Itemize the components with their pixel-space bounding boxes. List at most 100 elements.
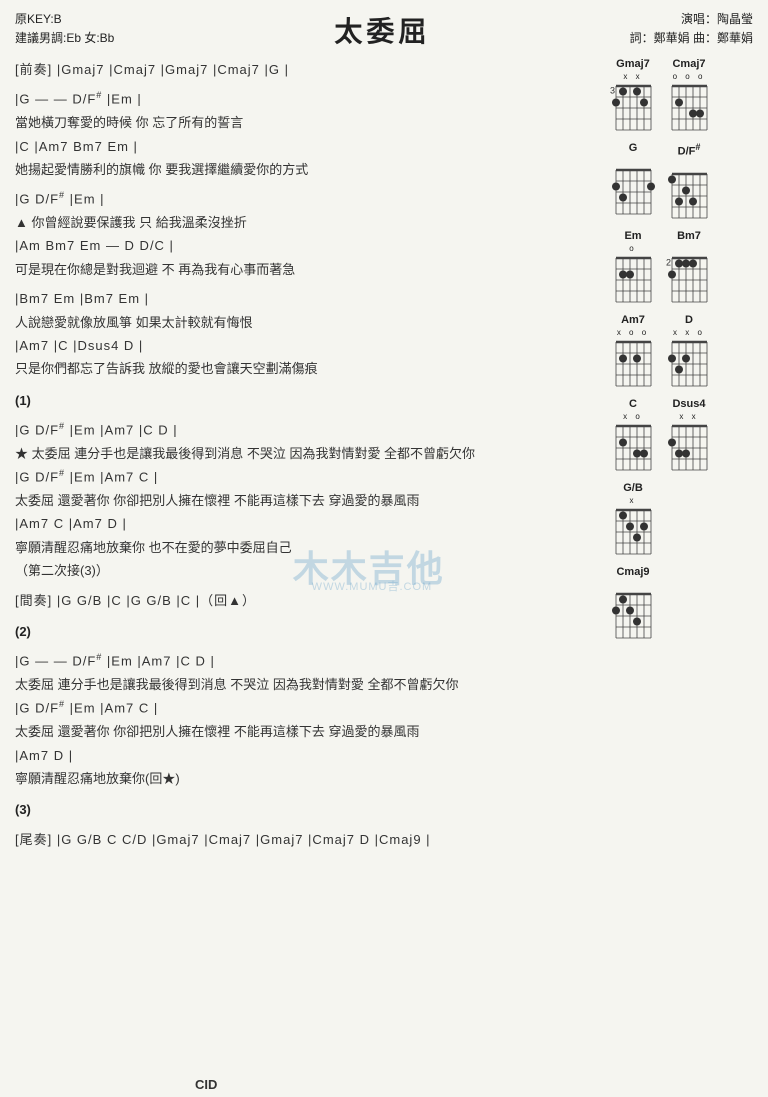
chord-grid-svg	[608, 506, 658, 558]
chord-line: |G — — D/F# |Em |	[15, 87, 598, 111]
chord-grid-svg	[608, 166, 658, 218]
chord-diagram-Cmaj7: Cmaj7 o o o	[664, 58, 714, 134]
chord-name: Bm7	[677, 230, 701, 242]
section-chorus1: |G D/F# |Em |Am7 |C D |★ 太委屈 連分手也是讓我最後得到…	[15, 418, 598, 582]
page-header: 原KEY:B 建議男調:Eb 女:Bb 太委屈 演唱：陶晶瑩 詞：鄭華娟 曲：鄭…	[15, 10, 753, 50]
chord-xo-marks: x o o	[617, 328, 649, 338]
chord-line: [尾奏] |G G/B C C/D |Gmaj7 |Cmaj7 |Gmaj7 |…	[15, 828, 598, 851]
chord-grid-svg	[608, 254, 658, 306]
chord-line: |G D/F# |Em |Am7 C |	[15, 465, 598, 489]
chord-diagram-Cmaj9: Cmaj9	[608, 566, 658, 642]
chord-diagram-GB: G/B x	[608, 482, 658, 558]
chord-name: D	[685, 314, 693, 326]
section-prechorus: |Bm7 Em |Bm7 Em |人說戀愛就像放風箏 如果太計較就有悔恨 |Am…	[15, 287, 598, 381]
chord-line: |G D/F# |Em |Am7 |C D |	[15, 418, 598, 442]
chord-grid-svg	[664, 170, 714, 222]
chord-name: Em	[624, 230, 641, 242]
chord-grid-svg	[608, 590, 658, 642]
svg-text:2: 2	[666, 257, 671, 267]
lyric-line: 寧願清醒忍痛地放棄你(回★)	[15, 767, 598, 790]
chord-line: |G — — D/F# |Em |Am7 |C D |	[15, 649, 598, 673]
credits: 演唱：陶晶瑩 詞：鄭華娟 曲：鄭華娟	[630, 10, 753, 48]
chord-grid-svg	[608, 422, 658, 474]
chord-line: |G D/F# |Em |	[15, 187, 598, 211]
chord-open-marks: o o o	[673, 72, 706, 82]
diagram-group-2: G D/F#	[608, 142, 753, 222]
chord-name: C	[629, 398, 637, 410]
chord-xo-marks: x o	[623, 412, 643, 422]
section-chorus1_label: (1)	[15, 389, 598, 412]
chord-diagram-Am7: Am7 x o o	[608, 314, 658, 390]
chord-name: Gmaj7	[616, 58, 650, 70]
key-info: 原KEY:B 建議男調:Eb 女:Bb	[15, 10, 135, 48]
chord-grid-svg	[664, 422, 714, 474]
chord-xo-marks: x x	[623, 72, 642, 82]
chord-line: |G D/F# |Em |Am7 C |	[15, 696, 598, 720]
chord-name: Dsus4	[672, 398, 705, 410]
section-verse1b: |G D/F# |Em |▲ 你曾經說要保護我 只 給我溫柔沒挫折 |Am Bm…	[15, 187, 598, 281]
chord-diagram-C: Cx o	[608, 398, 658, 474]
chord-name: G/B	[623, 482, 643, 494]
chord-xo-marks: x x o	[673, 328, 705, 338]
main-content: [前奏] |Gmaj7 |Cmaj7 |Gmaj7 |Cmaj7 |G | |G…	[15, 58, 753, 857]
diagram-group-7: Cmaj9	[608, 566, 753, 642]
section-number: (2)	[15, 620, 598, 643]
cid-label: CID	[195, 1077, 217, 1092]
diagram-group-4: Am7 x o o Dx x o	[608, 314, 753, 390]
chord-line: |Am7 C |Am7 D |	[15, 512, 598, 535]
song-title: 太委屈	[135, 10, 630, 50]
diagram-group-1: Gmaj7 x x 3 Cmaj7 o o o	[608, 58, 753, 134]
chord-grid-svg: 3	[608, 82, 658, 134]
diagram-group-3: Em o Bm7 2	[608, 230, 753, 306]
chord-diagrams: Gmaj7 x x 3 Cmaj7 o o o G D/F# Em o Bm7 2 Am7 x o o D…	[608, 58, 753, 857]
lyric-line: （第二次接(3)）	[15, 559, 598, 582]
chord-diagram-Bm7: Bm7 2	[664, 230, 714, 306]
lyric-line: 只是你們都忘了告訴我 放縱的愛也會讓天空劃滿傷痕	[15, 357, 598, 380]
lyric-line: 太委屈 連分手也是讓我最後得到消息 不哭泣 因為我對情對愛 全都不曾虧欠你	[15, 673, 598, 696]
section-interlude: [間奏] |G G/B |C |G G/B |C |（回▲）	[15, 589, 598, 612]
section-verse1a: |G — — D/F# |Em |當她橫刀奪愛的時候 你 忘了所有的誓言 |C …	[15, 87, 598, 181]
chord-line: [前奏] |Gmaj7 |Cmaj7 |Gmaj7 |Cmaj7 |G |	[15, 58, 598, 81]
chord-name: Am7	[621, 314, 645, 326]
lyric-line: 當她橫刀奪愛的時候 你 忘了所有的誓言	[15, 111, 598, 134]
title-section: 太委屈	[135, 10, 630, 50]
chord-line: |Am7 D |	[15, 744, 598, 767]
chord-diagram-Gmaj7: Gmaj7 x x 3	[608, 58, 658, 134]
diagram-group-5: Cx o Dsus4 x x	[608, 398, 753, 474]
chord-diagram-G: G	[608, 142, 658, 222]
chord-line: |Am7 |C |Dsus4 D |	[15, 334, 598, 357]
chord-xo-marks: x x	[679, 412, 698, 422]
chord-line: |C |Am7 Bm7 Em |	[15, 135, 598, 158]
chord-open-marks: o	[629, 244, 636, 254]
section-chorus3_label: (3)	[15, 798, 598, 821]
lyric-line: 可是現在你總是對我迴避 不 再為我有心事而著急	[15, 258, 598, 281]
chord-diagram-DF: D/F#	[664, 142, 714, 222]
chord-grid-svg	[664, 82, 714, 134]
chord-name: Cmaj9	[616, 566, 649, 578]
lyric-line: 寧願清醒忍痛地放棄你 也不在愛的夢中委屈自己	[15, 536, 598, 559]
section-outro: [尾奏] |G G/B C C/D |Gmaj7 |Cmaj7 |Gmaj7 |…	[15, 828, 598, 851]
lyrics-area: [前奏] |Gmaj7 |Cmaj7 |Gmaj7 |Cmaj7 |G | |G…	[15, 58, 598, 857]
lyric-line: 太委屈 還愛著你 你卻把別人擁在懷裡 不能再這樣下去 穿過愛的暴風雨	[15, 720, 598, 743]
lyric-line: 人說戀愛就像放風箏 如果太計較就有悔恨	[15, 311, 598, 334]
diagram-group-6: G/B x	[608, 482, 753, 558]
section-chorus2_label: (2)	[15, 620, 598, 643]
svg-text:3: 3	[610, 86, 615, 96]
chord-grid-svg	[664, 338, 714, 390]
chord-name: D/F#	[678, 142, 701, 158]
chord-line: [間奏] |G G/B |C |G G/B |C |（回▲）	[15, 589, 598, 612]
chord-diagram-D: Dx x o	[664, 314, 714, 390]
chord-xo-marks: x	[630, 496, 637, 506]
chord-line: |Am Bm7 Em — D D/C |	[15, 234, 598, 257]
chord-name: Cmaj7	[672, 58, 705, 70]
lyric-line: 她揚起愛情勝利的旗幟 你 要我選擇繼續愛你的方式	[15, 158, 598, 181]
chord-grid-svg	[608, 338, 658, 390]
lyric-line: 太委屈 還愛著你 你卻把別人擁在懷裡 不能再這樣下去 穿過愛的暴風雨	[15, 489, 598, 512]
chord-diagram-Dsus4: Dsus4 x x	[664, 398, 714, 474]
chord-name: G	[629, 142, 638, 154]
chord-grid-svg: 2	[664, 254, 714, 306]
lyric-line: ▲ 你曾經說要保護我 只 給我溫柔沒挫折	[15, 211, 598, 234]
lyric-line: ★ 太委屈 連分手也是讓我最後得到消息 不哭泣 因為我對情對愛 全都不曾虧欠你	[15, 442, 598, 465]
section-number: (3)	[15, 798, 598, 821]
section-number: (1)	[15, 389, 598, 412]
